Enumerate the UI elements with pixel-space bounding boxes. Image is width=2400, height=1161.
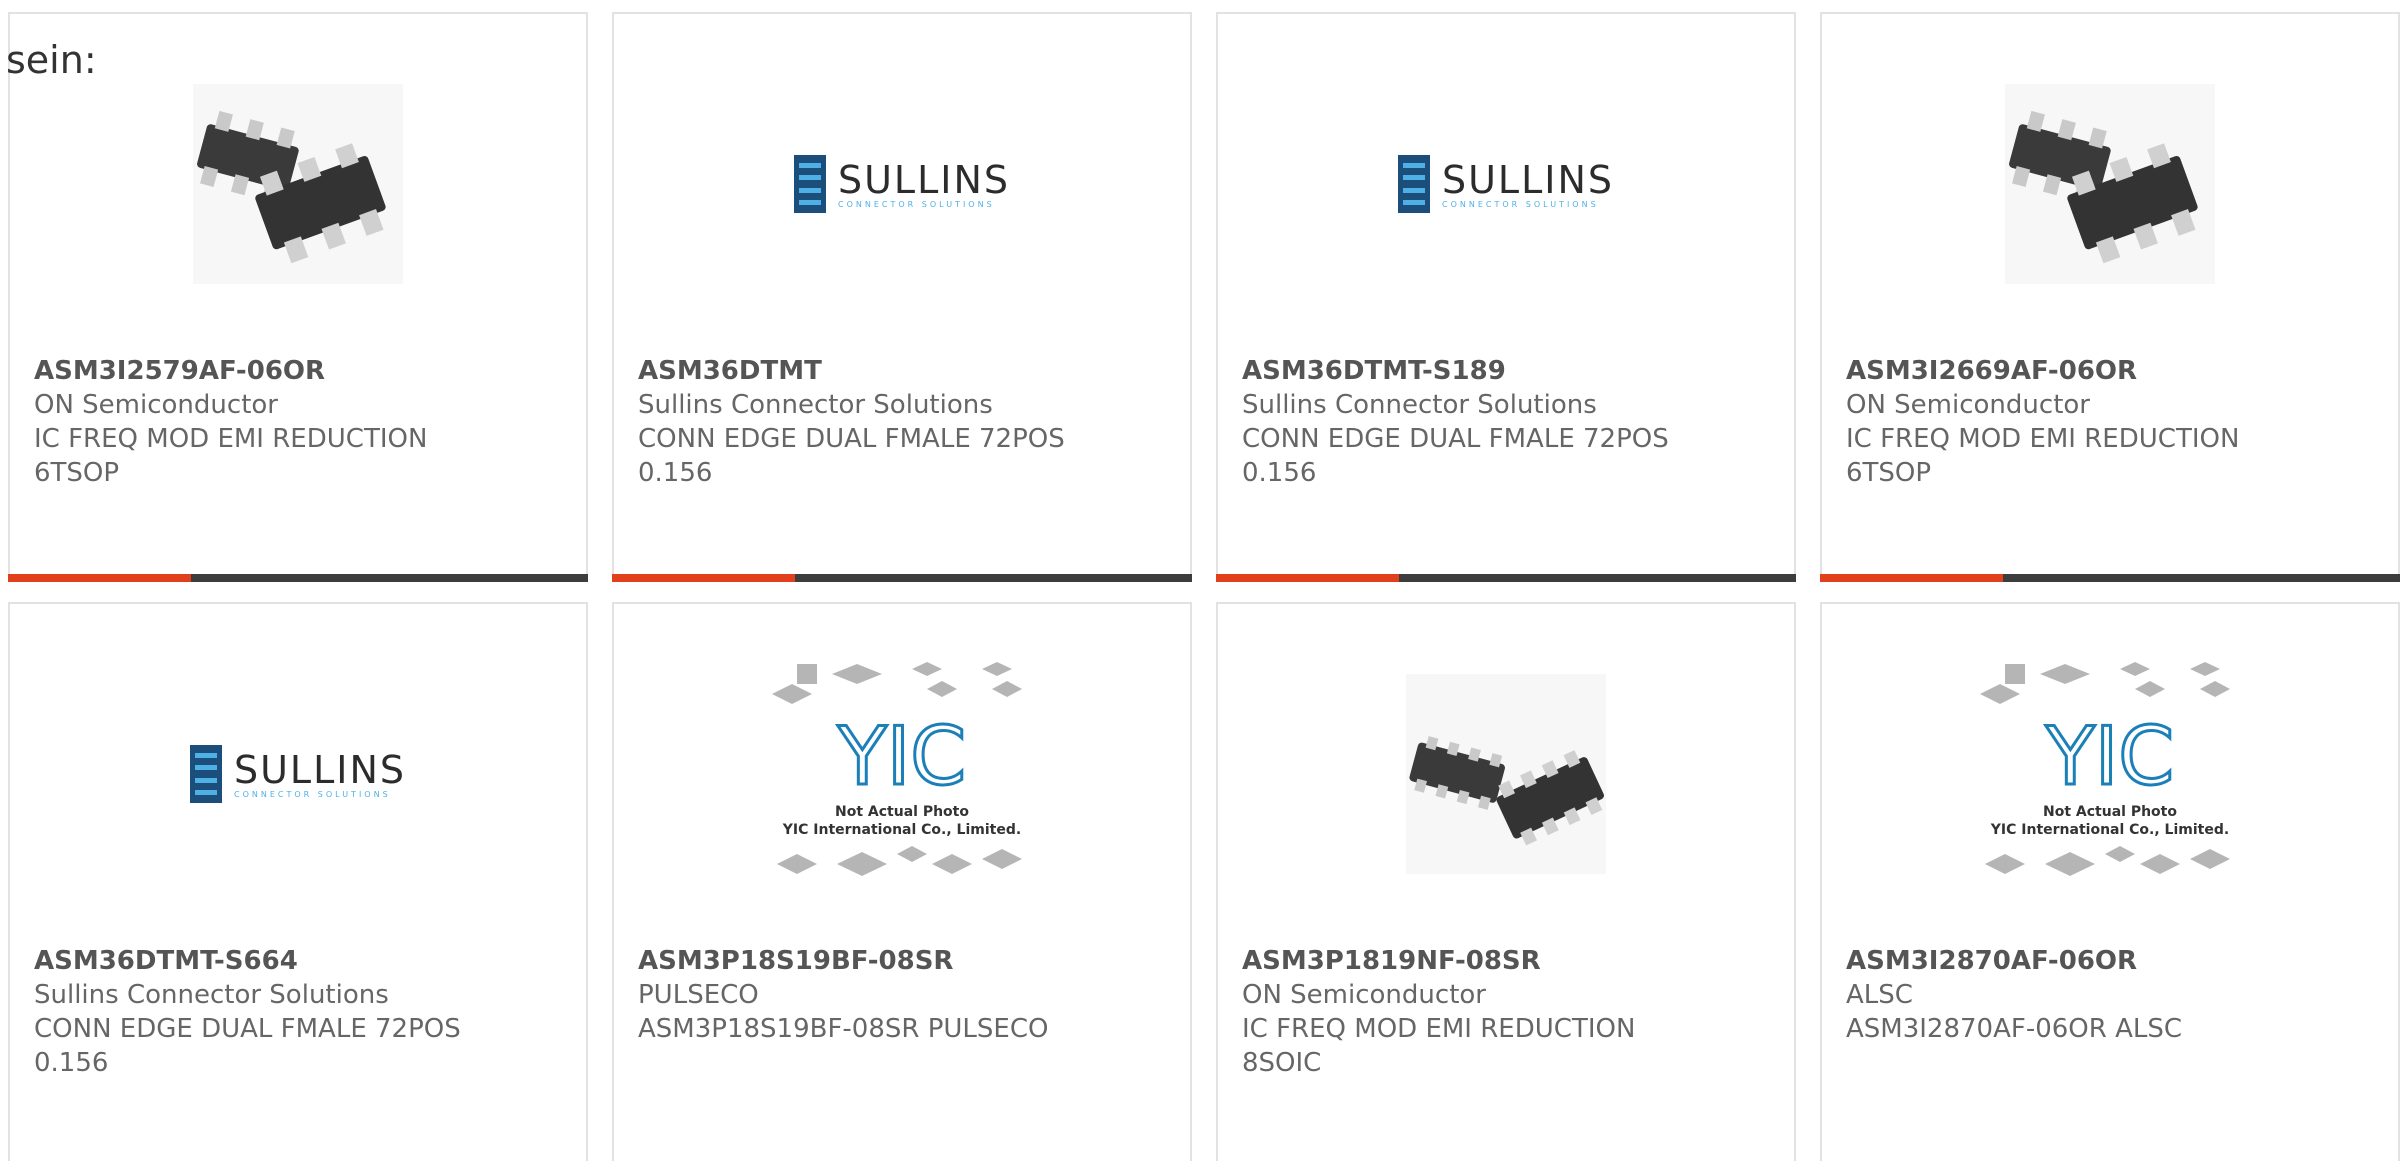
description-line: 0.156 bbox=[1242, 458, 1317, 488]
part-number-link[interactable]: ASM3P18S19BF-08SR bbox=[638, 944, 1174, 978]
sullins-logo-tagline: Connector Solutions bbox=[233, 789, 391, 799]
part-number-link[interactable]: ASM3I2579AF-06OR bbox=[34, 354, 570, 388]
card-accent-bar bbox=[8, 574, 588, 582]
product-info: ASM3I2870AF-06OR ALSC ASM3I2870AF-06OR A… bbox=[1846, 944, 2382, 1046]
product-grid-page: sein: ASM3I2579AF-06OR ON Semiconductor … bbox=[0, 0, 2400, 1161]
sullins-logo-tagline: Connector Solutions bbox=[837, 199, 995, 209]
part-number-link[interactable]: ASM36DTMT bbox=[638, 354, 1174, 388]
soic-chip-icon bbox=[1406, 674, 1606, 874]
sullins-logo: SULLINS Connector Solutions bbox=[189, 745, 407, 803]
yic-logo: YIC bbox=[2045, 710, 2174, 803]
product-info: ASM3P1819NF-08SR ON Semiconductor IC FRE… bbox=[1242, 944, 1778, 1080]
part-number-link[interactable]: ASM3P1819NF-08SR bbox=[1242, 944, 1778, 978]
placeholder-line-2: YIC International Co., Limited. bbox=[782, 822, 1022, 838]
manufacturer: ON Semiconductor bbox=[34, 390, 278, 420]
part-number-link[interactable]: ASM3I2870AF-06OR bbox=[1846, 944, 2382, 978]
manufacturer: ON Semiconductor bbox=[1846, 390, 2090, 420]
description-line: 6TSOP bbox=[1846, 458, 1932, 488]
manufacturer: ALSC bbox=[1846, 980, 1913, 1010]
product-card[interactable]: ASM3I2579AF-06OR ON Semiconductor IC FRE… bbox=[8, 12, 588, 582]
description-line: ASM3I2870AF-06OR ALSC bbox=[1846, 1014, 2183, 1044]
sullins-logo-tagline: Connector Solutions bbox=[1441, 199, 1599, 209]
product-image[interactable]: YIC Not Actual Photo YIC International C… bbox=[614, 604, 1190, 944]
description-line: ASM3P18S19BF-08SR PULSECO bbox=[638, 1014, 1049, 1044]
part-number-link[interactable]: ASM3I2669AF-06OR bbox=[1846, 354, 2382, 388]
product-card[interactable]: YIC Not Actual Photo YIC International C… bbox=[1820, 602, 2400, 1161]
sullins-logo-name: SULLINS bbox=[837, 157, 1011, 202]
description-line: IC FREQ MOD EMI REDUCTION bbox=[34, 424, 428, 454]
placeholder-line-2: YIC International Co., Limited. bbox=[1990, 822, 2230, 838]
product-info: ASM3I2579AF-06OR ON Semiconductor IC FRE… bbox=[34, 354, 570, 490]
card-accent-bar bbox=[1820, 574, 2400, 582]
part-number-link[interactable]: ASM36DTMT-S664 bbox=[34, 944, 570, 978]
product-image[interactable] bbox=[1822, 14, 2398, 354]
manufacturer: Sullins Connector Solutions bbox=[34, 980, 389, 1010]
sullins-logo-name: SULLINS bbox=[233, 747, 407, 792]
manufacturer: ON Semiconductor bbox=[1242, 980, 1486, 1010]
description-line: 0.156 bbox=[34, 1048, 109, 1078]
intro-text: sein: bbox=[6, 38, 97, 82]
chip-collage-icon: YIC bbox=[772, 662, 1022, 876]
description-line: CONN EDGE DUAL FMALE 72POS bbox=[34, 1014, 461, 1044]
product-info: ASM36DTMT Sullins Connector Solutions CO… bbox=[638, 354, 1174, 490]
description-line: CONN EDGE DUAL FMALE 72POS bbox=[638, 424, 1065, 454]
product-card[interactable]: SULLINS Connector Solutions ASM36DTMT Su… bbox=[612, 12, 1192, 582]
description-line: 8SOIC bbox=[1242, 1048, 1322, 1078]
product-info: ASM36DTMT-S189 Sullins Connector Solutio… bbox=[1242, 354, 1778, 490]
description-line: 0.156 bbox=[638, 458, 713, 488]
sullins-mark-icon bbox=[189, 745, 222, 803]
manufacturer: PULSECO bbox=[638, 980, 759, 1010]
product-image[interactable]: SULLINS Connector Solutions bbox=[1218, 14, 1794, 354]
sullins-logo: SULLINS Connector Solutions bbox=[1397, 155, 1615, 213]
sullins-logo-name: SULLINS bbox=[1441, 157, 1615, 202]
part-number-link[interactable]: ASM36DTMT-S189 bbox=[1242, 354, 1778, 388]
not-actual-photo-image: YIC Not Actual Photo YIC International C… bbox=[767, 654, 1037, 894]
card-accent-bar bbox=[1216, 574, 1796, 582]
product-info: ASM3P18S19BF-08SR PULSECO ASM3P18S19BF-0… bbox=[638, 944, 1174, 1046]
card-accent-bar bbox=[612, 574, 1192, 582]
product-card[interactable]: YIC Not Actual Photo YIC International C… bbox=[612, 602, 1192, 1161]
product-card[interactable]: ASM3P1819NF-08SR ON Semiconductor IC FRE… bbox=[1216, 602, 1796, 1161]
product-image[interactable]: SULLINS Connector Solutions bbox=[614, 14, 1190, 354]
manufacturer: Sullins Connector Solutions bbox=[1242, 390, 1597, 420]
manufacturer: Sullins Connector Solutions bbox=[638, 390, 993, 420]
product-image[interactable]: YIC Not Actual Photo YIC International C… bbox=[1822, 604, 2398, 944]
placeholder-line-1: Not Actual Photo bbox=[835, 804, 969, 820]
product-card[interactable]: SULLINS Connector Solutions ASM36DTMT-S6… bbox=[8, 602, 588, 1161]
product-card[interactable]: SULLINS Connector Solutions ASM36DTMT-S1… bbox=[1216, 12, 1796, 582]
sullins-mark-icon bbox=[793, 155, 826, 213]
sullins-mark-icon bbox=[1397, 155, 1430, 213]
description-line: IC FREQ MOD EMI REDUCTION bbox=[1242, 1014, 1636, 1044]
tsop-chip-icon bbox=[193, 84, 403, 284]
description-line: IC FREQ MOD EMI REDUCTION bbox=[1846, 424, 2240, 454]
description-line: CONN EDGE DUAL FMALE 72POS bbox=[1242, 424, 1669, 454]
chip-collage-icon: YIC bbox=[1980, 662, 2230, 876]
product-info: ASM36DTMT-S664 Sullins Connector Solutio… bbox=[34, 944, 570, 1080]
sullins-logo: SULLINS Connector Solutions bbox=[793, 155, 1011, 213]
yic-logo: YIC bbox=[837, 710, 966, 803]
tsop-chip-icon bbox=[2005, 84, 2215, 284]
product-info: ASM3I2669AF-06OR ON Semiconductor IC FRE… bbox=[1846, 354, 2382, 490]
placeholder-line-1: Not Actual Photo bbox=[2043, 804, 2177, 820]
product-image[interactable] bbox=[1218, 604, 1794, 944]
not-actual-photo-image: YIC Not Actual Photo YIC International C… bbox=[1975, 654, 2245, 894]
product-image[interactable]: SULLINS Connector Solutions bbox=[10, 604, 586, 944]
product-card[interactable]: ASM3I2669AF-06OR ON Semiconductor IC FRE… bbox=[1820, 12, 2400, 582]
description-line: 6TSOP bbox=[34, 458, 120, 488]
